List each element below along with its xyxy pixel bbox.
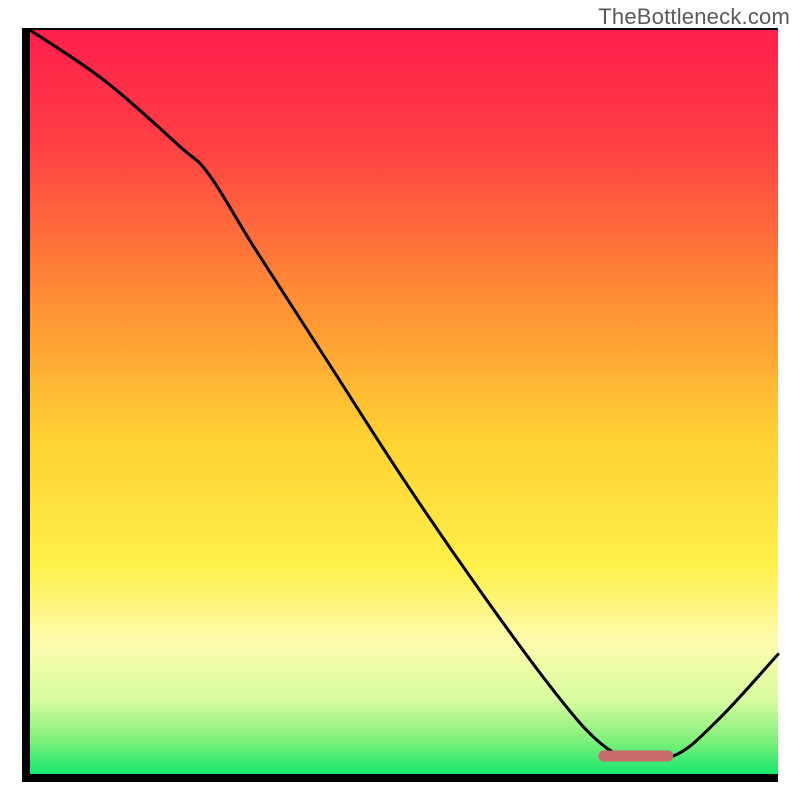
chart-plot-area <box>30 30 778 774</box>
chart-min-highlight <box>598 751 673 762</box>
chart-svg <box>0 0 800 800</box>
chart-container: TheBottleneck.com <box>0 0 800 800</box>
watermark-text: TheBottleneck.com <box>598 4 790 30</box>
